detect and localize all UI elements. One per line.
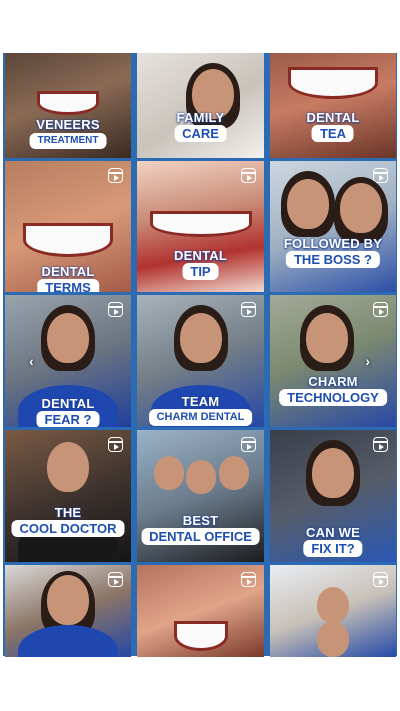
- tile-pill: TERMS: [37, 279, 99, 292]
- tile-pill: TECHNOLOGY: [279, 389, 387, 406]
- reel-icon: [108, 168, 123, 183]
- reel-icon: [373, 437, 388, 452]
- post-tile-dental-terms[interactable]: DENTAL TERMS: [5, 161, 131, 292]
- reel-icon: [241, 572, 256, 587]
- tile-pill: FEAR ?: [36, 411, 100, 427]
- tile-title: BEST: [182, 513, 219, 528]
- tile-pill: THE BOSS ?: [285, 251, 380, 268]
- face-image: [47, 575, 89, 625]
- scrubs-image: [18, 625, 118, 657]
- face-image: [317, 621, 349, 657]
- teeth-image: [23, 223, 113, 257]
- reel-icon: [373, 168, 388, 183]
- tile-caption: FOLLOWED BY THE BOSS ?: [284, 237, 382, 268]
- tile-title: DENTAL: [41, 264, 95, 279]
- tile-pill: CHARM DENTAL: [148, 409, 253, 426]
- reel-icon: [241, 302, 256, 317]
- face-image: [185, 460, 216, 494]
- post-tile-big-smile[interactable]: [137, 565, 264, 657]
- teeth-image: [288, 67, 378, 99]
- tile-caption: DENTAL FEAR ?: [36, 396, 100, 427]
- reel-icon: [108, 572, 123, 587]
- post-tile-can-we-fix-it[interactable]: CAN WE FIX IT?: [270, 430, 396, 562]
- tile-pill: TREATMENT: [29, 133, 107, 149]
- reel-icon: [373, 302, 388, 317]
- reel-icon: [241, 437, 256, 452]
- tile-caption: BEST DENTAL OFFICE: [141, 514, 260, 545]
- tile-pill: FIX IT?: [303, 540, 363, 557]
- tile-caption: CAN WE FIX IT?: [303, 525, 363, 557]
- post-tile-dental-tip[interactable]: DENTAL TIP: [137, 161, 264, 292]
- tile-title: THE: [54, 505, 82, 520]
- tile-caption: TEAM CHARM DENTAL: [148, 394, 253, 426]
- teeth-image: [173, 621, 228, 651]
- reel-icon: [241, 168, 256, 183]
- post-tile-dental-tea[interactable]: DENTAL TEA: [270, 53, 396, 158]
- reel-icon: [108, 302, 123, 317]
- post-tile-charm-technology[interactable]: › CHARM TECHNOLOGY: [270, 295, 396, 427]
- tile-caption: FAMILY CARE: [174, 111, 227, 142]
- face-image: [47, 442, 89, 492]
- tile-pill: COOL DOCTOR: [11, 520, 125, 537]
- post-tile-the-cool-doctor[interactable]: THE COOL DOCTOR: [5, 430, 131, 562]
- tile-pill: TEA: [311, 125, 354, 142]
- post-grid: VENEERS TREATMENT FAMILY CARE DENTAL TEA…: [3, 53, 397, 657]
- tile-title: TEAM: [181, 394, 220, 409]
- post-tile-dental-fear[interactable]: ‹ DENTAL FEAR ?: [5, 295, 131, 427]
- tile-pill: CARE: [174, 125, 227, 142]
- face-image: [179, 313, 222, 363]
- tile-title: CHARM: [308, 374, 358, 389]
- face-image: [339, 183, 382, 233]
- reel-icon: [373, 572, 388, 587]
- tile-title: DENTAL: [306, 110, 360, 125]
- tile-caption: DENTAL TEA: [307, 111, 360, 142]
- tile-title: DENTAL: [41, 396, 95, 411]
- post-tile-veneers[interactable]: VENEERS TREATMENT: [5, 53, 131, 158]
- teeth-image: [149, 211, 252, 237]
- carousel-next-icon[interactable]: ›: [365, 353, 370, 369]
- tile-caption: THE COOL DOCTOR: [11, 505, 125, 537]
- tile-title: FAMILY: [176, 110, 225, 125]
- teeth-image: [37, 91, 99, 115]
- post-tile-best-dental-office[interactable]: BEST DENTAL OFFICE: [137, 430, 264, 562]
- tile-title: DENTAL: [174, 248, 227, 263]
- tile-pill: TIP: [182, 263, 219, 280]
- tile-caption: VENEERS TREATMENT: [29, 117, 107, 149]
- face-image: [47, 313, 89, 363]
- tile-caption: DENTAL TIP: [174, 249, 227, 280]
- tile-pill: DENTAL OFFICE: [141, 528, 260, 545]
- tile-title: FOLLOWED BY: [283, 236, 383, 251]
- face-image: [218, 456, 249, 490]
- carousel-prev-icon[interactable]: ‹: [29, 353, 34, 369]
- tile-caption: CHARM TECHNOLOGY: [279, 375, 387, 406]
- post-tile-team-charm-dental[interactable]: TEAM CHARM DENTAL: [137, 295, 264, 427]
- face-image: [317, 587, 349, 623]
- post-tile-family-care[interactable]: FAMILY CARE: [137, 53, 264, 158]
- post-tile-followed-by-the-boss[interactable]: FOLLOWED BY THE BOSS ?: [270, 161, 396, 292]
- tile-title: CAN WE: [306, 525, 360, 540]
- face-image: [305, 313, 348, 363]
- face-image: [286, 179, 329, 229]
- post-tile-smiling-assistant[interactable]: [5, 565, 131, 657]
- tile-caption: DENTAL TERMS: [37, 265, 99, 292]
- post-tile-charm-dental-sign[interactable]: [270, 565, 396, 657]
- face-image: [153, 456, 184, 490]
- face-image: [312, 448, 354, 498]
- tile-title: VENEERS: [36, 117, 100, 132]
- reel-icon: [108, 437, 123, 452]
